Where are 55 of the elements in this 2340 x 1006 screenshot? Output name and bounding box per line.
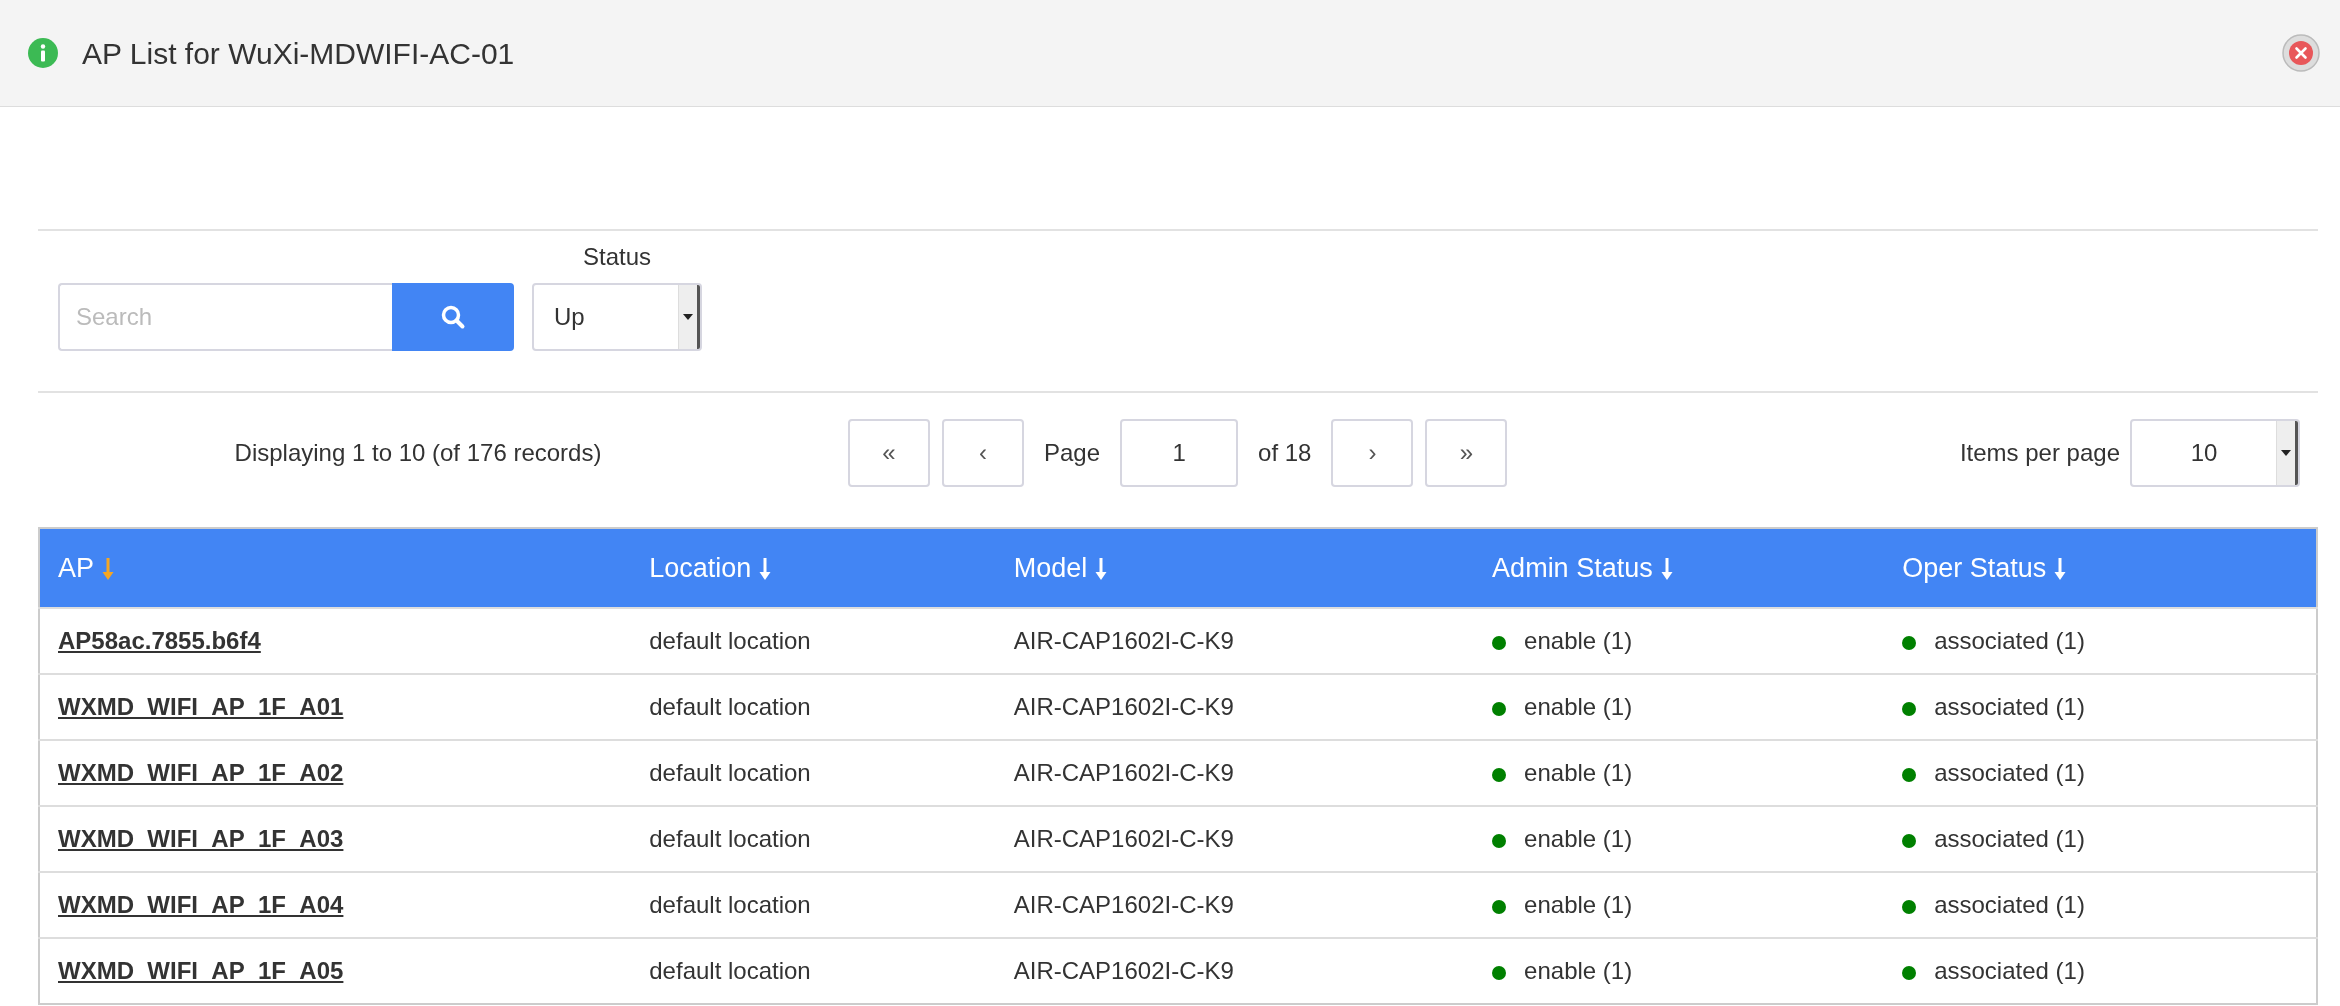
- page-label: Page: [1044, 438, 1101, 468]
- search-button[interactable]: [392, 283, 514, 351]
- admin-status-text: enable (1): [1524, 891, 1633, 918]
- oper-status-text: associated (1): [1934, 693, 2085, 720]
- model-cell: AIR-CAP1602I-C-K9: [995, 608, 1475, 674]
- previous-page-button[interactable]: ‹: [942, 419, 1024, 487]
- items-per-page-select[interactable]: 10: [2130, 419, 2300, 487]
- admin-status-text: enable (1): [1524, 759, 1633, 786]
- status-select[interactable]: Up: [532, 283, 702, 351]
- model-cell: AIR-CAP1602I-C-K9: [995, 740, 1475, 806]
- model-cell: AIR-CAP1602I-C-K9: [995, 872, 1475, 938]
- oper-status-text: associated (1): [1934, 957, 2085, 984]
- page-count: of 18: [1258, 438, 1312, 468]
- location-cell: default location: [631, 674, 996, 740]
- ap-name-link[interactable]: WXMD_WIFI_AP_1F_A02: [58, 759, 344, 786]
- column-header[interactable]: Oper Status: [1884, 528, 2317, 608]
- ap-name-link[interactable]: WXMD_WIFI_AP_1F_A01: [58, 693, 344, 720]
- info-icon: [28, 38, 58, 68]
- admin-status-text: enable (1): [1524, 693, 1633, 720]
- model-cell: AIR-CAP1602I-C-K9: [995, 674, 1475, 740]
- ap-name-link[interactable]: WXMD_WIFI_AP_1F_A03: [58, 825, 344, 852]
- column-header[interactable]: Location: [631, 528, 996, 608]
- caret-icon: [2281, 450, 2291, 456]
- records-summary: Displaying 1 to 10 (of 176 records): [233, 438, 603, 468]
- search-icon: [440, 304, 466, 330]
- next-page-button[interactable]: ›: [1331, 419, 1414, 487]
- column-header[interactable]: AP: [39, 528, 632, 608]
- last-page-button[interactable]: »: [1425, 419, 1508, 487]
- search-field[interactable]: Search: [58, 283, 392, 351]
- column-header[interactable]: Admin Status: [1474, 528, 1885, 608]
- oper-status-text: associated (1): [1934, 627, 2085, 654]
- model-cell: AIR-CAP1602I-C-K9: [995, 938, 1475, 1004]
- oper-status-text: associated (1): [1934, 759, 2085, 786]
- status-label: Status: [582, 242, 651, 272]
- admin-status-text: enable (1): [1524, 627, 1633, 654]
- column-header[interactable]: Model: [995, 528, 1475, 608]
- items-per-page-label: Items per page: [1959, 438, 2120, 468]
- location-cell: default location: [631, 806, 996, 872]
- ap-name-link[interactable]: WXMD_WIFI_AP_1F_A04: [58, 891, 344, 918]
- caret-icon: [683, 314, 693, 320]
- model-cell: AIR-CAP1602I-C-K9: [995, 806, 1475, 872]
- first-page-button[interactable]: «: [848, 419, 930, 487]
- location-cell: default location: [631, 938, 996, 1004]
- page-field[interactable]: 1: [1120, 419, 1239, 487]
- location-cell: default location: [631, 872, 996, 938]
- admin-status-text: enable (1): [1524, 825, 1633, 852]
- ap-name-link[interactable]: WXMD_WIFI_AP_1F_A05: [58, 957, 344, 984]
- location-cell: default location: [631, 740, 996, 806]
- location-cell: default location: [631, 608, 996, 674]
- dialog-title: AP List for WuXi-MDWIFI-AC-01: [82, 35, 516, 72]
- close-icon[interactable]: [2282, 34, 2320, 72]
- admin-status-text: enable (1): [1524, 957, 1633, 984]
- oper-status-text: associated (1): [1934, 825, 2085, 852]
- ap-name-link[interactable]: AP58ac.7855.b6f4: [58, 627, 261, 654]
- oper-status-text: associated (1): [1934, 891, 2085, 918]
